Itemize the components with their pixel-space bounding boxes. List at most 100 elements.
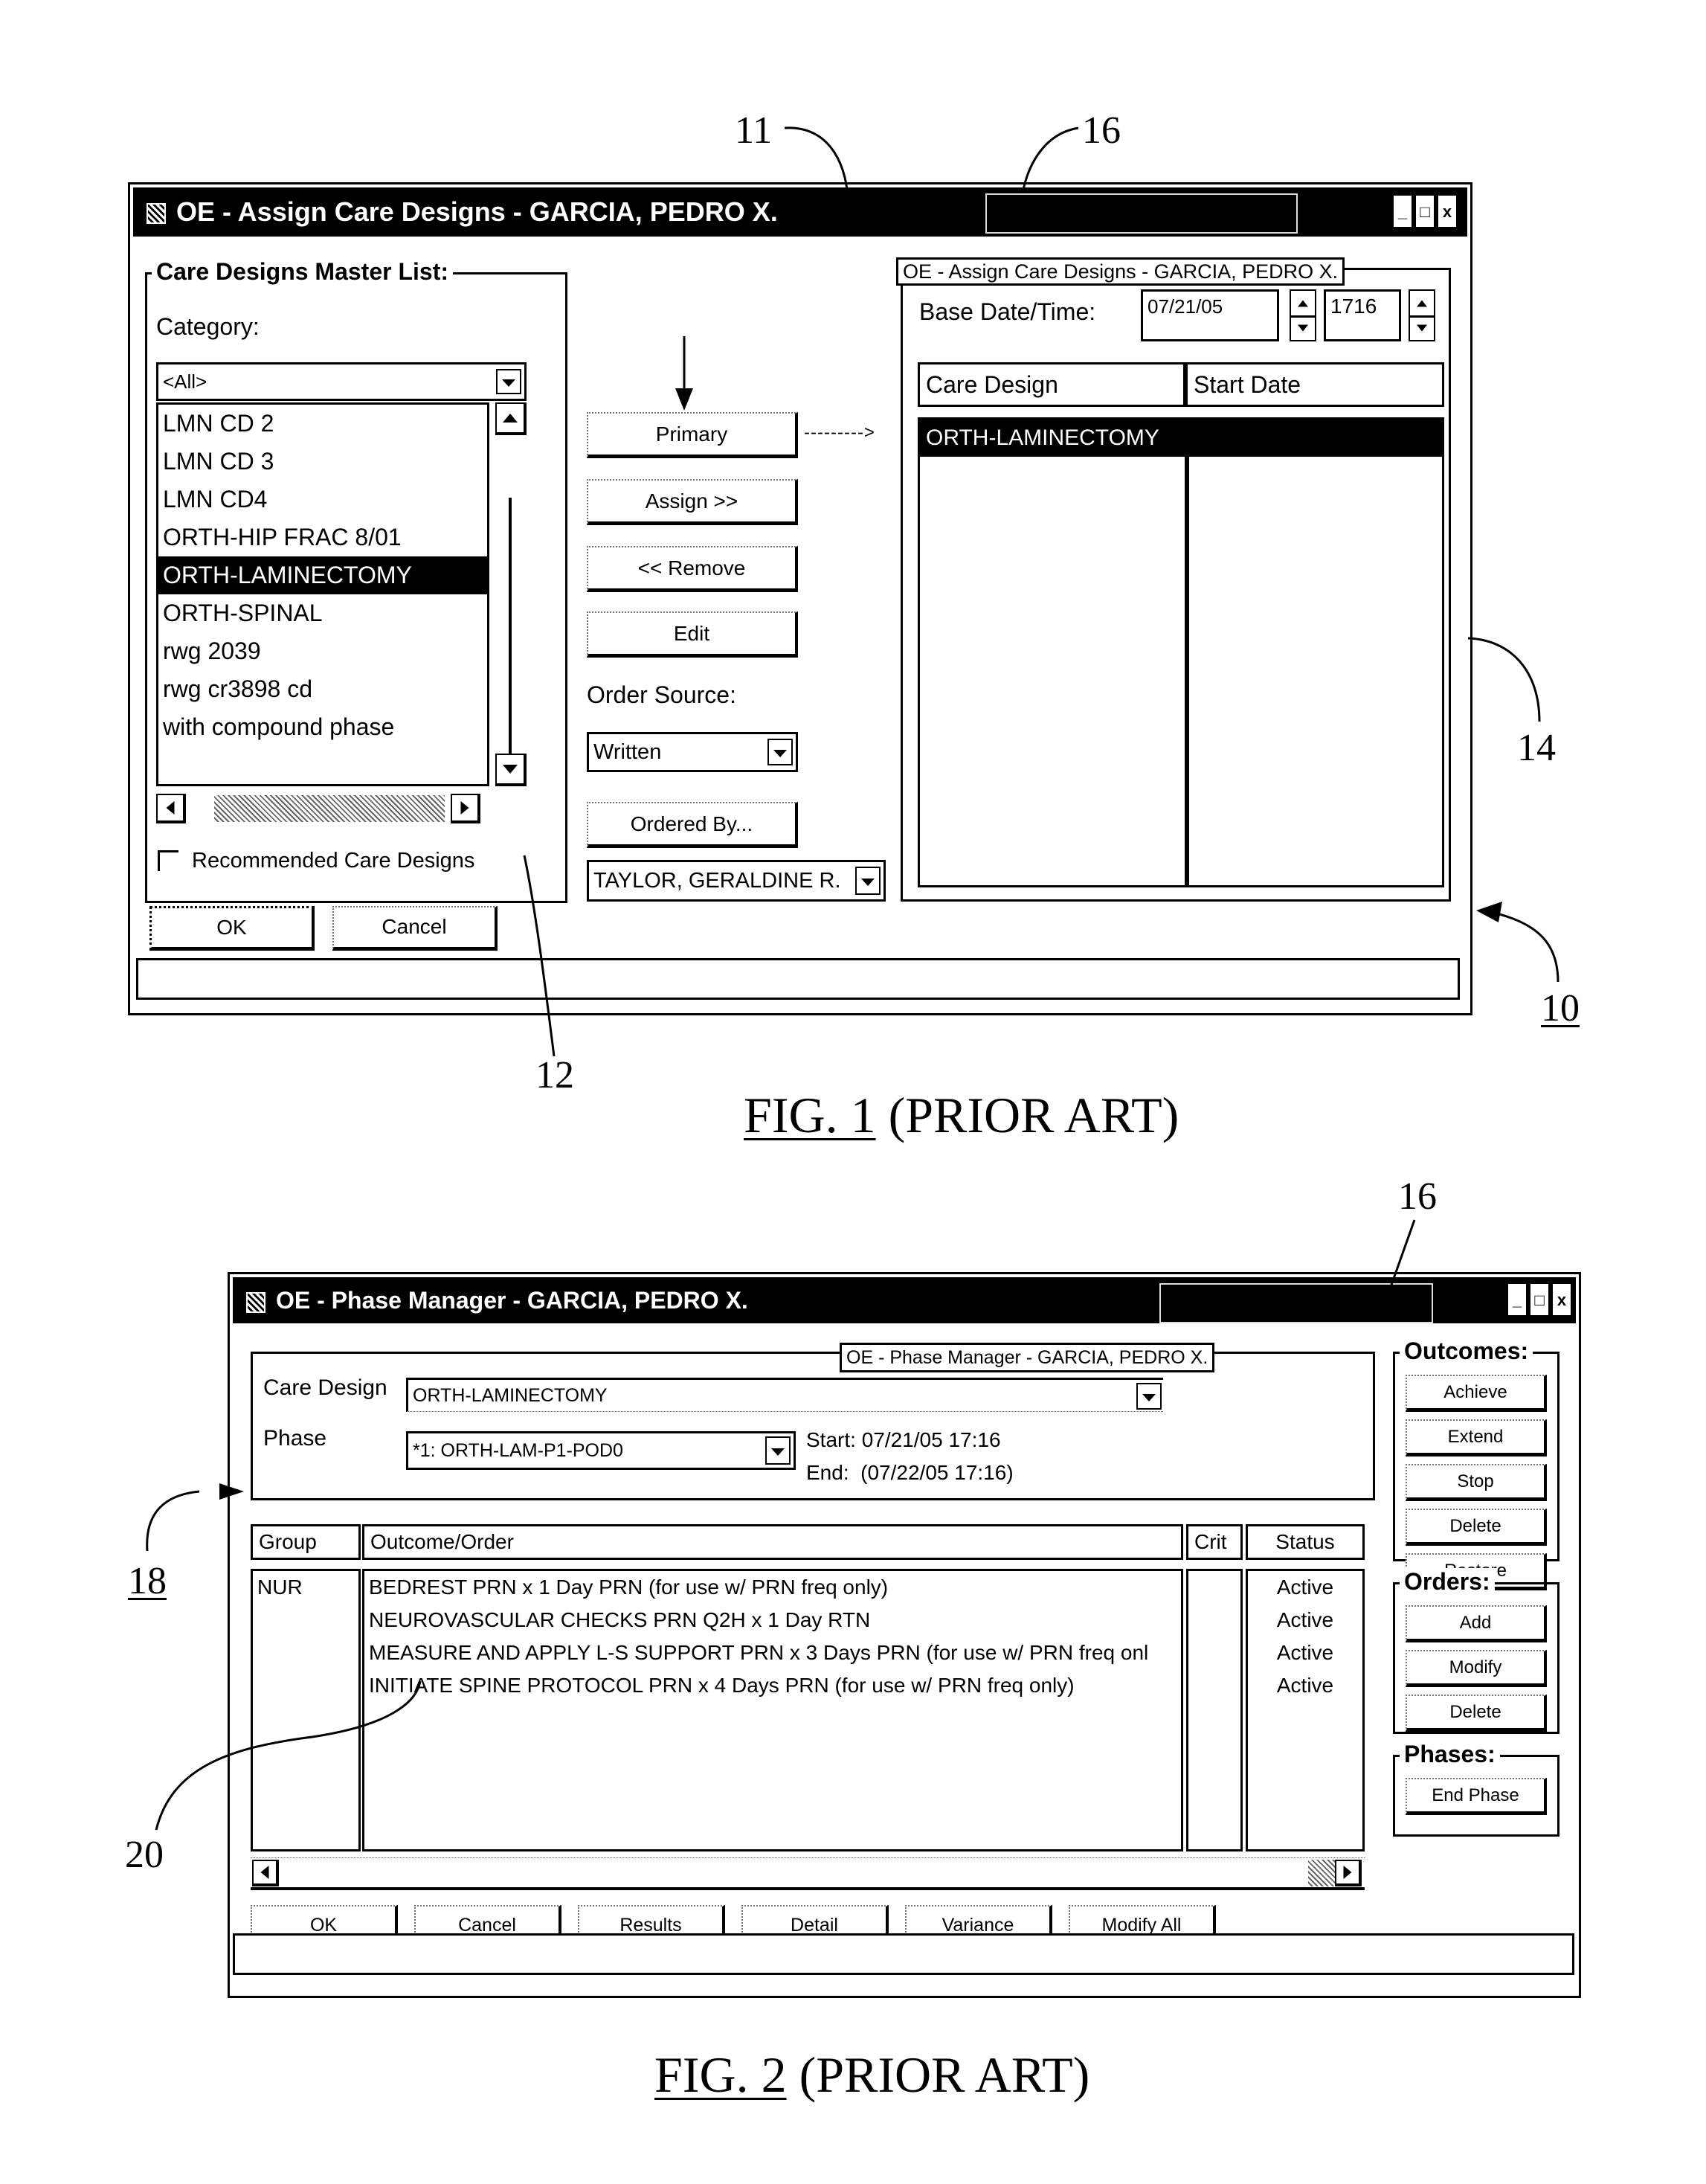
ref-numeral-20: 20 [125,1834,164,1876]
base-date-field[interactable]: 07/21/05 [1141,289,1279,341]
scroll-up-button[interactable] [495,402,527,435]
remove-button[interactable]: << Remove [587,546,798,592]
chevron-down-icon[interactable] [496,369,521,394]
title-bar-field [1159,1283,1433,1323]
assign-care-designs-window: OE - Assign Care Designs - GARCIA, PEDRO… [128,182,1472,1015]
chevron-down-icon[interactable] [855,867,881,895]
category-select[interactable]: <All> [156,362,527,401]
list-item[interactable]: ORTH-SPINAL [158,594,487,632]
column-header-crit[interactable]: Crit [1186,1524,1243,1560]
grid-cell-order[interactable]: MEASURE AND APPLY L-S SUPPORT PRN x 3 Da… [364,1637,1181,1669]
primary-button[interactable]: Primary [587,412,798,458]
phases-end-phase-button[interactable]: End Phase [1406,1778,1547,1815]
grid-cell-group [253,1604,358,1637]
grid-column-crit[interactable] [1186,1569,1243,1851]
ordered-by-button[interactable]: Ordered By... [587,802,798,848]
orders-delete-button[interactable]: Delete [1406,1695,1547,1732]
outcomes-achieve-button[interactable]: Achieve [1406,1375,1547,1412]
list-item[interactable]: with compound phase [158,708,487,746]
assigned-care-designs-grid[interactable]: ORTH-LAMINECTOMY [918,417,1444,887]
column-header-status[interactable]: Status [1246,1524,1365,1560]
grid-cell-status: Active [1276,1608,1334,1631]
spin-up-icon[interactable] [1291,291,1315,318]
list-item[interactable]: rwg cr3898 cd [158,670,487,708]
phase-select[interactable]: *1: ORTH-LAM-P1-POD0 [406,1431,796,1470]
spin-down-icon[interactable] [1410,315,1434,340]
outcomes-stop-button[interactable]: Stop [1406,1464,1547,1501]
leader-line-18 [146,1490,200,1552]
maximize-button[interactable]: □ [1530,1283,1549,1316]
ref-numeral-11: 11 [735,109,773,152]
horizontal-scrollbar-track[interactable] [214,795,445,822]
minimize-button[interactable]: _ [1507,1283,1527,1316]
outcomes-extend-button[interactable]: Extend [1406,1419,1547,1456]
chevron-down-icon[interactable] [765,1436,791,1465]
column-header-start-date[interactable]: Start Date [1185,362,1444,407]
figure-2-suffix: (PRIOR ART) [786,2046,1090,2103]
scroll-left-button[interactable] [252,1860,279,1886]
minimize-button[interactable]: _ [1393,195,1412,228]
edit-button[interactable]: Edit [587,611,798,658]
grid-column-outcome-order[interactable]: BEDREST PRN x 1 Day PRN (for use w/ PRN … [362,1569,1183,1851]
scroll-down-button[interactable] [495,754,527,786]
list-item[interactable]: rwg 2039 [158,632,487,670]
vertical-scrollbar-track[interactable] [509,498,512,758]
grid-cell-group [253,1637,358,1669]
orders-modify-button[interactable]: Modify [1406,1650,1547,1687]
orders-group: Orders: Add Modify Delete [1393,1568,1559,1734]
orders-legend: Orders: [1400,1568,1495,1595]
phase-label: Phase [263,1426,327,1451]
care-design-select[interactable]: ORTH-LAMINECTOMY [406,1378,1163,1412]
order-source-select[interactable]: Written [587,732,798,772]
scroll-thumb[interactable] [1308,1860,1335,1886]
care-design-label: Care Design [263,1375,387,1400]
close-button[interactable]: x [1552,1283,1571,1316]
scroll-right-button[interactable] [451,794,480,823]
chevron-down-icon[interactable] [767,739,793,765]
recommended-care-designs-checkbox[interactable] [158,850,178,871]
status-bar [136,958,1460,1000]
list-item[interactable]: ORTH-HIP FRAC 8/01 [158,518,487,556]
figure-1-caption: FIG. 1 (PRIOR ART) [744,1090,1179,1140]
category-label: Category: [156,313,260,340]
chevron-down-icon[interactable] [1136,1383,1162,1410]
care-designs-listbox[interactable]: LMN CD 2 LMN CD 3 LMN CD4 ORTH-HIP FRAC 8/0… [156,402,489,786]
grid-column-status[interactable]: Active Active Active Active [1246,1569,1365,1851]
base-date-value: 07/21/05 [1147,295,1223,318]
ordered-by-select[interactable]: TAYLOR, GERALDINE R. [587,860,886,902]
list-item[interactable]: LMN CD4 [158,481,487,518]
grid-cell-order[interactable]: NEUROVASCULAR CHECKS PRN Q2H x 1 Day RTN [364,1604,1181,1637]
maximize-button[interactable]: □ [1415,195,1435,228]
grid-cell-order[interactable]: BEDREST PRN x 1 Day PRN (for use w/ PRN … [364,1571,1181,1604]
assigned-care-design: ORTH-LAMINECTOMY [926,425,1159,450]
column-header-group[interactable]: Group [251,1524,361,1560]
assigned-row[interactable]: ORTH-LAMINECTOMY [920,420,1442,457]
cancel-button[interactable]: Cancel [332,906,498,951]
base-time-spinner[interactable] [1409,289,1435,341]
scroll-right-button[interactable] [1335,1860,1362,1886]
grid-column-group[interactable]: NUR [251,1569,361,1851]
list-item[interactable]: LMN CD 2 [158,405,487,443]
column-header-outcome-order[interactable]: Outcome/Order [362,1524,1183,1560]
base-date-spinner[interactable] [1290,289,1316,341]
horizontal-scrollbar[interactable] [251,1857,1365,1890]
list-item[interactable]: ORTH-LAMINECTOMY [158,556,487,594]
recommended-care-designs-label: Recommended Care Designs [192,849,475,873]
scroll-left-button[interactable] [156,794,186,823]
column-header-care-design[interactable]: Care Design [918,362,1185,407]
grid-cell-group: NUR [257,1576,303,1599]
assign-button[interactable]: Assign >> [587,479,798,525]
arrowhead-10 [1476,902,1502,922]
grid-cell-order[interactable]: INITIATE SPINE PROTOCOL PRN x 4 Days PRN… [364,1669,1181,1702]
spin-down-icon[interactable] [1291,315,1315,340]
close-button[interactable]: x [1438,195,1457,228]
list-item[interactable]: LMN CD 3 [158,443,487,481]
phase-end: End: (07/22/05 17:16) [806,1461,1014,1484]
spin-up-icon[interactable] [1410,291,1434,318]
base-time-field[interactable]: 1716 [1324,289,1401,341]
orders-add-button[interactable]: Add [1406,1605,1547,1642]
phase-header-panel: Care Design ORTH-LAMINECTOMY Phase *1: O… [251,1352,1375,1500]
ok-button[interactable]: OK [149,906,315,951]
order-source-label: Order Source: [587,681,736,708]
outcomes-delete-button[interactable]: Delete [1406,1509,1547,1546]
